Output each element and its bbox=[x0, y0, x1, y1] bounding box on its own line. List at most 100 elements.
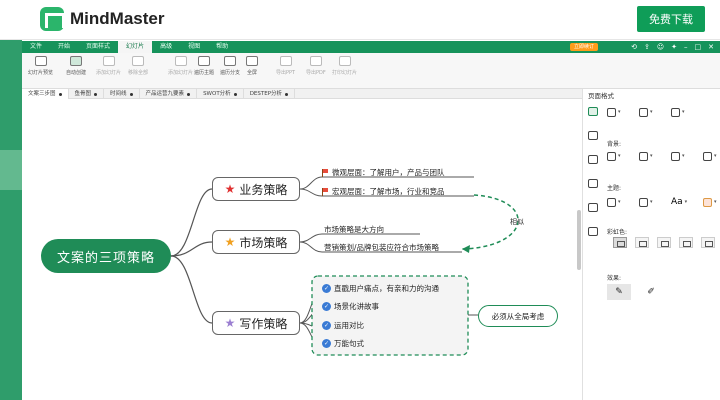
layout-icon bbox=[607, 107, 616, 117]
background-tool[interactable]: ▾ bbox=[671, 151, 687, 161]
layout-tool[interactable]: ▾ bbox=[671, 107, 687, 117]
leaf-topic[interactable]: ✓ 场景化讲故事 bbox=[322, 301, 379, 312]
share-icon[interactable]: ⇪ bbox=[644, 42, 650, 52]
layout-tool[interactable]: ▾ bbox=[639, 107, 655, 117]
user-icon[interactable]: ☺ bbox=[657, 42, 664, 52]
menu-view[interactable]: 视图 bbox=[180, 41, 208, 53]
chevron-down-icon: ▾ bbox=[618, 109, 621, 115]
leaf-topic[interactable]: ✓ 直戳用户痛点，有亲和力的沟通 bbox=[322, 283, 439, 294]
tab-close-icon[interactable] bbox=[129, 92, 133, 96]
tab-document[interactable]: DESTEP分析 bbox=[244, 89, 296, 99]
print-slides-button[interactable]: 打印幻灯片 bbox=[332, 56, 357, 76]
background-tool[interactable]: ▾ bbox=[639, 151, 655, 161]
fullscreen-button[interactable]: 全屏 bbox=[246, 56, 258, 76]
fill-icon bbox=[607, 151, 616, 161]
tab-close-icon[interactable] bbox=[58, 92, 62, 96]
mindmap-canvas[interactable]: 文案的三项策略 ★ 业务策略 ★ 市场策略 ★ 写作策略 微观层面：了解用户，产… bbox=[22, 99, 582, 400]
rainbow-option[interactable] bbox=[679, 237, 693, 248]
tab-document[interactable]: 鱼骨图 bbox=[69, 89, 105, 99]
theme-tool[interactable]: Aa ▾ bbox=[671, 197, 687, 207]
slide-preview-icon bbox=[34, 56, 47, 66]
add-slide-icon bbox=[102, 56, 115, 66]
list-tab-icon[interactable] bbox=[588, 131, 598, 140]
tab-close-icon[interactable] bbox=[233, 92, 237, 96]
history-icon[interactable]: ⟲ bbox=[631, 42, 637, 52]
branch-writing-strategy[interactable]: ★ 写作策略 bbox=[212, 311, 300, 335]
fullscreen-icon bbox=[246, 56, 258, 66]
free-download-button[interactable]: 免费下载 bbox=[637, 6, 705, 32]
export-pdf-icon bbox=[309, 56, 322, 66]
tab-close-icon[interactable] bbox=[94, 92, 98, 96]
chevron-down-icon: ▾ bbox=[650, 153, 653, 159]
add-slide-2-button[interactable]: 添加幻灯片 bbox=[168, 56, 193, 76]
panel-title: 页面格式 bbox=[588, 92, 614, 100]
menu-page-style[interactable]: 页面样式 bbox=[78, 41, 118, 53]
rainbow-option[interactable] bbox=[657, 237, 671, 248]
hand-drawn-effect-icon[interactable]: ✎ bbox=[607, 284, 631, 300]
settings-icon[interactable]: ✦ bbox=[671, 42, 677, 52]
leaf-topic[interactable]: ✓ 运用对比 bbox=[322, 320, 364, 331]
traverse-branch-button[interactable]: 遍历分支 bbox=[220, 56, 240, 76]
rainbow-option[interactable] bbox=[701, 237, 715, 248]
traverse-topic-button[interactable]: 遍历主题 bbox=[194, 56, 214, 76]
menu-file[interactable]: 文件 bbox=[22, 41, 50, 53]
tab-document[interactable]: 时间线 bbox=[104, 89, 140, 99]
menu-advanced[interactable]: 高级 bbox=[152, 41, 180, 53]
slide-preview-button[interactable]: 幻灯片预览 bbox=[28, 56, 53, 76]
relationship-label[interactable]: 相似 bbox=[510, 217, 524, 227]
tab-document[interactable]: SWOT分析 bbox=[197, 89, 244, 99]
image-icon bbox=[639, 151, 648, 161]
rainbow-option[interactable] bbox=[635, 237, 649, 248]
minimize-icon[interactable]: – bbox=[684, 42, 688, 52]
traverse-branch-icon bbox=[224, 56, 236, 66]
panel-side-tabs bbox=[583, 101, 603, 400]
brand[interactable]: MindMaster bbox=[40, 7, 164, 31]
renew-badge[interactable]: 立即续订 bbox=[569, 43, 598, 51]
root-topic[interactable]: 文案的三项策略 bbox=[41, 239, 171, 273]
outline-tab-icon[interactable] bbox=[588, 203, 598, 212]
tab-close-icon[interactable] bbox=[187, 92, 191, 96]
image-tab-icon[interactable] bbox=[588, 155, 598, 164]
callout-topic[interactable]: 必须从全局考虑 bbox=[478, 305, 558, 327]
menu-help[interactable]: 帮助 bbox=[208, 41, 236, 53]
branch-business-strategy[interactable]: ★ 业务策略 bbox=[212, 177, 300, 201]
font-icon: Aa bbox=[671, 197, 683, 207]
export-ppt-button[interactable]: 导出PPT bbox=[276, 56, 295, 76]
leaf-topic[interactable]: 营销策划/品牌包装应符合市场策略 bbox=[324, 242, 439, 253]
layout-tool[interactable]: ▾ bbox=[607, 107, 623, 117]
leaf-topic[interactable]: 市场策略是大方向 bbox=[324, 224, 384, 235]
theme-tool[interactable]: ▾ bbox=[639, 197, 655, 207]
auto-create-button[interactable]: 自动创建 bbox=[66, 56, 86, 76]
menu-bar: 文件 开始 页面样式 幻灯片 高级 视图 帮助 立即续订 ⟲ ⇪ ☺ ✦ – □… bbox=[22, 41, 720, 53]
window-controls: ⟲ ⇪ ☺ ✦ – □ ✕ bbox=[631, 42, 714, 52]
tab-document[interactable]: 产品运营九要素 bbox=[140, 89, 198, 99]
remove-all-button[interactable]: 移除全部 bbox=[128, 56, 148, 76]
leaf-topic[interactable]: 微观层面：了解用户，产品与团队 bbox=[322, 167, 445, 178]
tab-close-icon[interactable] bbox=[285, 92, 289, 96]
pen-effect-icon[interactable]: ✐ bbox=[639, 284, 663, 300]
layout-theme-icon bbox=[639, 197, 648, 207]
theme-tool[interactable]: ▾ bbox=[607, 197, 623, 207]
auto-create-icon bbox=[70, 56, 82, 66]
connector-style-icon bbox=[671, 107, 680, 117]
tab-document[interactable]: 文案三步图 bbox=[22, 89, 69, 99]
menu-slides[interactable]: 幻灯片 bbox=[118, 41, 153, 53]
leaf-topic[interactable]: ✓ 万能句式 bbox=[322, 338, 364, 349]
background-tool[interactable]: ▾ bbox=[607, 151, 623, 161]
leaf-topic[interactable]: 宏观层面：了解市场，行业和竞品 bbox=[322, 186, 445, 197]
layout-tools-row: ▾ ▾ ▾ bbox=[607, 107, 687, 117]
rainbow-option[interactable] bbox=[613, 237, 627, 248]
maximize-icon[interactable]: □ bbox=[695, 42, 702, 52]
add-slide-button[interactable]: 添加幻灯片 bbox=[96, 56, 121, 76]
canvas-scrollbar[interactable] bbox=[577, 210, 581, 270]
branch-market-strategy[interactable]: ★ 市场策略 bbox=[212, 230, 300, 254]
theme-tool[interactable]: ▾ bbox=[703, 197, 719, 207]
export-pdf-button[interactable]: 导出PDF bbox=[306, 56, 326, 76]
close-icon[interactable]: ✕ bbox=[708, 42, 714, 52]
style-tab-icon[interactable] bbox=[588, 107, 598, 116]
clipart-tab-icon[interactable] bbox=[588, 179, 598, 188]
menu-start[interactable]: 开始 bbox=[50, 41, 78, 53]
mindmaster-logo-icon bbox=[40, 7, 64, 31]
slides-tab-icon[interactable] bbox=[588, 227, 598, 236]
background-tool[interactable]: ▾ bbox=[703, 151, 719, 161]
